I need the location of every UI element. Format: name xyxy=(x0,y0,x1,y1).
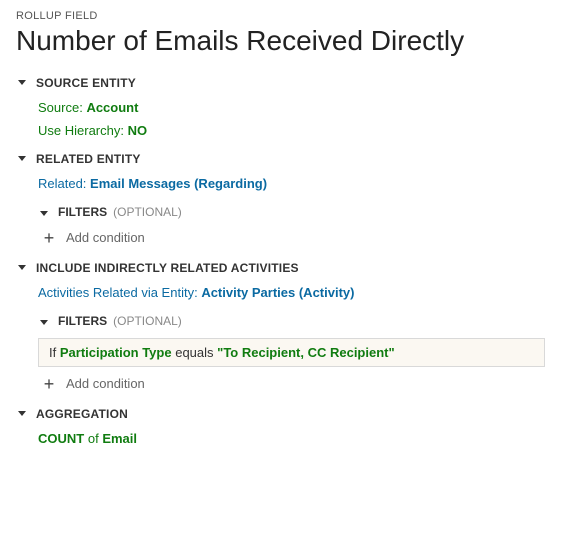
chevron-down-icon xyxy=(18,411,26,416)
hierarchy-value: NO xyxy=(128,123,148,138)
page-title: Number of Emails Received Directly xyxy=(16,24,545,58)
section-title: SOURCE ENTITY xyxy=(36,76,136,90)
breadcrumb: ROLLUP FIELD xyxy=(16,10,545,22)
chevron-down-icon xyxy=(18,265,26,270)
section-source-entity: SOURCE ENTITY Source: Account Use Hierar… xyxy=(16,76,545,138)
source-row[interactable]: Source: Account xyxy=(38,100,545,115)
add-condition-indirect[interactable]: + Add condition xyxy=(38,375,545,393)
section-header-related[interactable]: RELATED ENTITY xyxy=(16,152,545,166)
filters-title: FILTERS xyxy=(58,205,107,219)
source-value: Account xyxy=(86,100,138,115)
chevron-down-icon xyxy=(40,211,48,216)
filter-condition-row[interactable]: If Participation Type equals "To Recipie… xyxy=(38,338,545,367)
aggregation-row[interactable]: COUNT of Email xyxy=(38,431,545,446)
related-label: Related: xyxy=(38,176,86,191)
chevron-down-icon xyxy=(40,320,48,325)
chevron-down-icon xyxy=(18,80,26,85)
filter-operator: equals xyxy=(175,345,213,360)
source-label: Source: xyxy=(38,100,83,115)
hierarchy-row[interactable]: Use Hierarchy: NO xyxy=(38,123,545,138)
filters-header-related[interactable]: FILTERS (OPTIONAL) xyxy=(38,205,545,219)
filters-optional: (OPTIONAL) xyxy=(113,314,182,328)
filter-if: If xyxy=(49,345,56,360)
section-title: RELATED ENTITY xyxy=(36,152,141,166)
add-condition-label: Add condition xyxy=(66,376,145,391)
chevron-down-icon xyxy=(18,156,26,161)
filters-optional: (OPTIONAL) xyxy=(113,205,182,219)
section-related-entity: RELATED ENTITY Related: Email Messages (… xyxy=(16,152,545,247)
plus-icon: + xyxy=(38,375,60,393)
aggregation-field: Email xyxy=(102,431,137,446)
via-label: Activities Related via Entity: xyxy=(38,285,198,300)
add-condition-related[interactable]: + Add condition xyxy=(38,229,545,247)
hierarchy-label: Use Hierarchy: xyxy=(38,123,124,138)
filter-value: "To Recipient, CC Recipient" xyxy=(217,345,395,360)
plus-icon: + xyxy=(38,229,60,247)
filters-header-indirect[interactable]: FILTERS (OPTIONAL) xyxy=(38,314,545,328)
via-entity-row[interactable]: Activities Related via Entity: Activity … xyxy=(38,285,545,300)
section-header-indirect[interactable]: INCLUDE INDIRECTLY RELATED ACTIVITIES xyxy=(16,261,545,275)
section-title: INCLUDE INDIRECTLY RELATED ACTIVITIES xyxy=(36,261,299,275)
related-value: Email Messages (Regarding) xyxy=(90,176,267,191)
section-title: AGGREGATION xyxy=(36,407,128,421)
aggregation-function: COUNT xyxy=(38,431,84,446)
section-indirect-activities: INCLUDE INDIRECTLY RELATED ACTIVITIES Ac… xyxy=(16,261,545,393)
add-condition-label: Add condition xyxy=(66,230,145,245)
section-header-source[interactable]: SOURCE ENTITY xyxy=(16,76,545,90)
filters-title: FILTERS xyxy=(58,314,107,328)
section-aggregation: AGGREGATION COUNT of Email xyxy=(16,407,545,446)
section-header-aggregation[interactable]: AGGREGATION xyxy=(16,407,545,421)
aggregation-of: of xyxy=(88,431,99,446)
filter-field: Participation Type xyxy=(60,345,172,360)
via-value: Activity Parties (Activity) xyxy=(201,285,354,300)
related-row[interactable]: Related: Email Messages (Regarding) xyxy=(38,176,545,191)
